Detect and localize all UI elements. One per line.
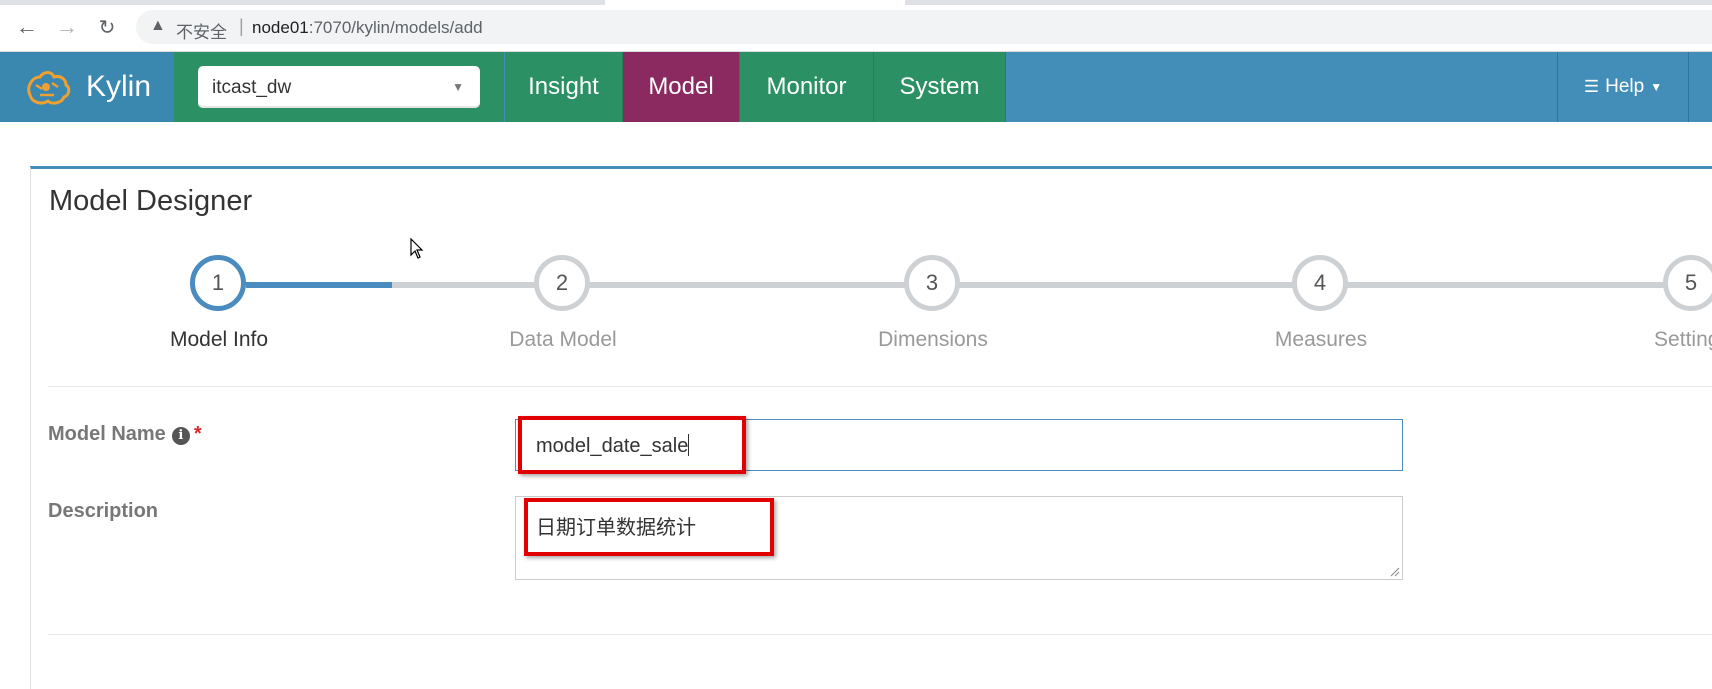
caret-down-icon: ▼: [1650, 80, 1663, 94]
forward-arrow-icon[interactable]: →: [54, 14, 80, 40]
form-divider: [48, 634, 1712, 635]
nav-model[interactable]: Model: [623, 52, 740, 122]
description-value: 日期订单数据统计: [536, 517, 696, 539]
url-text[interactable]: node01:7070/kylin/models/add: [252, 18, 483, 38]
security-label[interactable]: 不安全: [176, 18, 227, 43]
step-2-circle[interactable]: 2: [534, 255, 590, 311]
project-select[interactable]: itcast_dw ▼: [198, 66, 480, 108]
main-nav: Insight Model Monitor System: [505, 52, 1006, 122]
kylin-logo-icon: [27, 71, 71, 105]
description-label: Description: [48, 500, 159, 522]
back-arrow-icon[interactable]: ←: [14, 14, 40, 40]
app-header: Kylin itcast_dw ▼ Insight Model Monitor …: [0, 52, 1712, 122]
active-tab[interactable]: [605, 0, 905, 5]
tab-strip: [0, 0, 1712, 5]
model-name-label: Model Name i *: [48, 423, 202, 445]
warning-icon[interactable]: ▲: [150, 17, 166, 35]
brand[interactable]: Kylin: [0, 52, 175, 122]
page-title: Model Designer: [49, 185, 253, 217]
info-icon[interactable]: i: [171, 427, 190, 445]
step-1-circle[interactable]: 1: [190, 255, 246, 311]
required-asterisk: *: [193, 423, 202, 445]
step-4-circle[interactable]: 4: [1292, 255, 1348, 311]
browser-toolbar: ← → ↻ ▲ 不安全 | node01:7070/kylin/models/a…: [0, 0, 1712, 52]
model-name-value: model_date_sale: [536, 434, 690, 457]
text-caret: [688, 434, 690, 456]
project-select-value: itcast_dw: [212, 77, 292, 98]
chevron-down-icon: ▼: [452, 80, 464, 94]
description-textarea[interactable]: 日期订单数据统计: [515, 496, 1403, 580]
project-selector-wrap: itcast_dw ▼: [174, 52, 504, 122]
brand-name: Kylin: [86, 70, 152, 103]
step-3-circle[interactable]: 3: [904, 255, 960, 311]
reload-icon[interactable]: ↻: [94, 14, 120, 40]
help-label: Help: [1605, 76, 1645, 97]
help-menu[interactable]: ☰ Help ▼: [1557, 52, 1689, 122]
step-5-circle[interactable]: 5: [1663, 255, 1712, 311]
steps-divider: [48, 386, 1712, 387]
nav-system[interactable]: System: [874, 52, 1006, 122]
mouse-cursor-icon: [410, 238, 424, 259]
address-bar[interactable]: ▲ 不安全 | node01:7070/kylin/models/add: [136, 10, 1712, 44]
nav-monitor[interactable]: Monitor: [740, 52, 874, 122]
model-name-input[interactable]: model_date_sale: [515, 419, 1403, 471]
nav-insight[interactable]: Insight: [505, 52, 623, 122]
resize-grip-icon[interactable]: [1390, 567, 1400, 577]
address-separator: |: [239, 16, 244, 36]
book-icon: ☰: [1583, 77, 1600, 96]
